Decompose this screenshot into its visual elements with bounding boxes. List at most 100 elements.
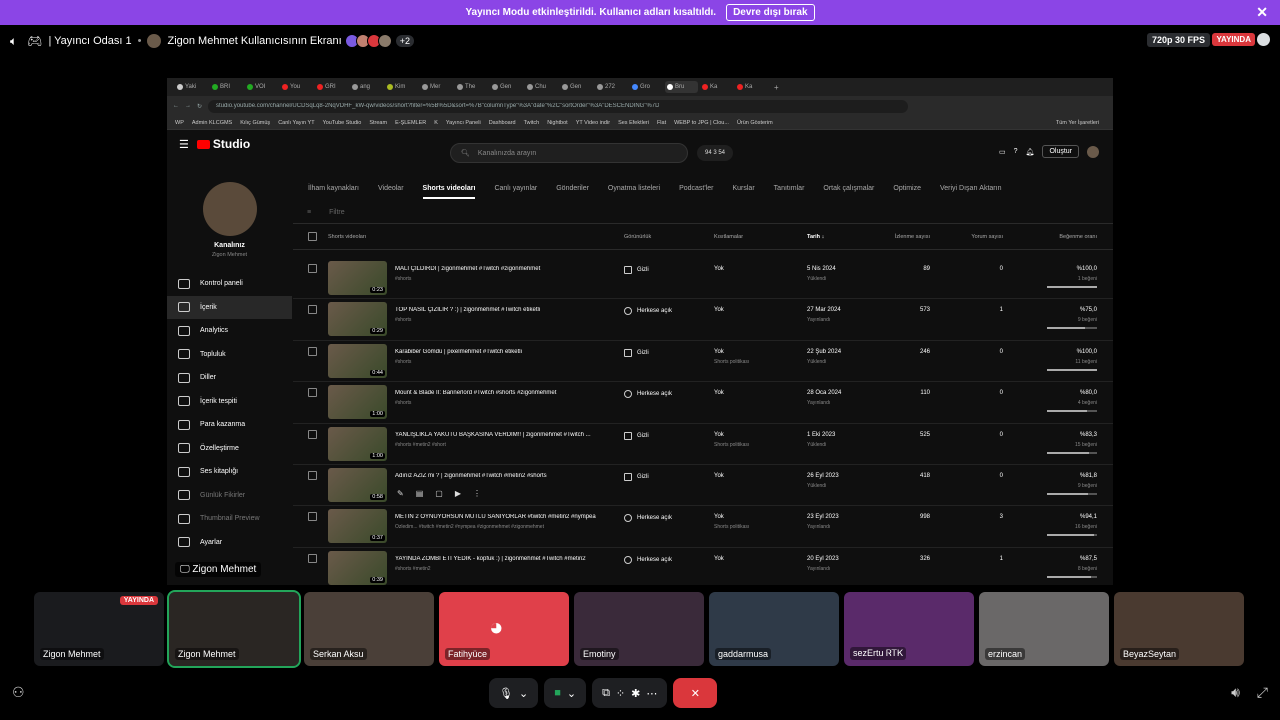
video-title[interactable]: Mount & Blade II: Bannerlord #Twitch #sh… bbox=[395, 390, 610, 396]
forward-icon[interactable]: → bbox=[185, 103, 191, 109]
visibility[interactable]: Herkese açık bbox=[624, 514, 672, 523]
video-title[interactable]: YAYINDA ZOMBİ ETİ YEDİK - kopfuk :) | zi… bbox=[395, 556, 610, 562]
sidebar-item-audio-library[interactable]: Ses kitaplığı bbox=[167, 460, 292, 484]
video-thumbnail[interactable]: 0:23 bbox=[328, 261, 387, 295]
menu-icon[interactable]: ☰ bbox=[179, 138, 189, 151]
browser-tab[interactable]: Mer bbox=[420, 81, 453, 93]
participant-tile[interactable]: Zigon Mehmet bbox=[167, 590, 301, 668]
avatar[interactable] bbox=[1087, 145, 1099, 158]
participant-tile[interactable]: erzincan bbox=[979, 592, 1109, 666]
bookmark[interactable]: Stream bbox=[369, 120, 387, 126]
create-button[interactable]: Oluştur bbox=[1042, 145, 1079, 158]
viewer-avatars[interactable] bbox=[344, 34, 392, 48]
col-likes[interactable]: Beğenme oranı bbox=[1059, 234, 1097, 240]
video-title[interactable]: MALİ ÇILDIRDI | zigonmehmet #Twitch #zig… bbox=[395, 266, 610, 272]
leave-call-button[interactable]: ✕ bbox=[673, 678, 718, 708]
invite-icon[interactable]: ⚇ bbox=[12, 684, 25, 701]
participant-tile[interactable]: ◕ Fatihyüce bbox=[439, 592, 569, 666]
sidebar-item-dashboard[interactable]: Kontrol paneli bbox=[167, 272, 292, 296]
comments-icon[interactable]: ▢ bbox=[435, 489, 443, 498]
bookmark[interactable]: Yayıncı Paneli bbox=[446, 120, 481, 126]
tab-collaborations[interactable]: Ortak çalışmalar bbox=[823, 185, 874, 192]
channel-avatar[interactable] bbox=[202, 182, 257, 236]
video-thumbnail[interactable]: 1:00 bbox=[328, 426, 387, 461]
bell-icon[interactable]: 🔔︎ bbox=[1026, 148, 1035, 156]
row-checkbox[interactable] bbox=[308, 429, 317, 439]
youtube-icon[interactable]: ▶ bbox=[455, 489, 461, 498]
tab-live[interactable]: Canlı yayınlar bbox=[494, 185, 537, 192]
row-checkbox[interactable] bbox=[308, 512, 317, 522]
all-bookmarks[interactable]: Tüm Yer İşaretleri bbox=[1056, 120, 1099, 126]
sidebar-item-content-detection[interactable]: İçerik tespiti bbox=[167, 390, 292, 414]
channel-search-input[interactable]: 🔍︎ Kanalınızda arayın bbox=[450, 143, 688, 163]
sidebar-item-languages[interactable]: Diller bbox=[167, 366, 292, 390]
back-icon[interactable]: ← bbox=[173, 103, 179, 109]
browser-tab[interactable]: GRI bbox=[315, 81, 348, 93]
filter-icon[interactable]: ≡ bbox=[307, 209, 311, 216]
select-all-checkbox[interactable] bbox=[308, 232, 317, 241]
row-checkbox[interactable] bbox=[308, 346, 317, 356]
sidebar-item-content[interactable]: İçerik bbox=[167, 295, 292, 319]
bookmark[interactable]: Nightbot bbox=[547, 120, 568, 126]
tab-optimize[interactable]: Optimize bbox=[893, 185, 921, 192]
new-tab-button[interactable]: + bbox=[774, 83, 779, 92]
bookmark[interactable]: WP bbox=[175, 120, 184, 126]
row-checkbox[interactable] bbox=[308, 305, 317, 315]
bookmark[interactable]: YouTube Studio bbox=[323, 120, 362, 126]
channel-stats[interactable]: 94 3 54 bbox=[697, 145, 734, 161]
col-date[interactable]: Tarih ↓ bbox=[807, 234, 824, 240]
browser-tab[interactable]: Gen bbox=[560, 81, 593, 93]
browser-tab[interactable]: Gen bbox=[490, 81, 523, 93]
participant-tile[interactable]: sezErtu ᏒᎢᏦ bbox=[844, 592, 974, 666]
filter-bar[interactable]: ≡ Filtre bbox=[293, 202, 1113, 224]
options-icon[interactable]: ⋮ bbox=[473, 489, 481, 498]
table-row[interactable]: 1:00 Mount & Blade II: Bannerlord #Twitc… bbox=[293, 382, 1113, 424]
bookmark[interactable]: Twitch bbox=[524, 120, 540, 126]
participant-tile[interactable]: YAYINDA Zigon Mehmet bbox=[34, 592, 164, 666]
studio-logo[interactable]: Studio bbox=[196, 137, 250, 151]
video-thumbnail[interactable]: 0:29 bbox=[328, 302, 387, 337]
volume-icon[interactable]: 🔊︎ bbox=[1231, 684, 1240, 701]
visibility[interactable]: Gizli bbox=[624, 472, 649, 481]
browser-tab[interactable]: BRI bbox=[210, 81, 243, 93]
visibility[interactable]: Gizli bbox=[624, 348, 649, 357]
reload-icon[interactable]: ↻ bbox=[197, 103, 202, 110]
tab-promotions[interactable]: Tanıtımlar bbox=[774, 185, 805, 192]
tab-courses[interactable]: Kurslar bbox=[732, 185, 754, 192]
browser-tab[interactable]: VOI bbox=[245, 81, 278, 93]
browser-tab[interactable]: Chu bbox=[525, 81, 558, 93]
tab-playlists[interactable]: Oynatma listeleri bbox=[608, 185, 660, 192]
table-row[interactable]: 0:39 YAYINDA ZOMBİ ETİ YEDİK - kopfuk :)… bbox=[293, 548, 1113, 585]
sidebar-item-settings[interactable]: Ayarlar bbox=[167, 531, 292, 555]
video-thumbnail[interactable]: 1:00 bbox=[328, 385, 387, 420]
bookmark[interactable]: Admin KLCGMS bbox=[192, 120, 232, 126]
camera-button[interactable]: ■ ⌄ bbox=[544, 678, 587, 708]
table-row[interactable]: 0:37 METİN 2 OYNUYORSUN MUTLU SANIYORLAR… bbox=[293, 506, 1113, 548]
shared-screen[interactable]: Yaki BRI VOI You GRI ang Kim Mer The Gen… bbox=[167, 78, 1113, 585]
row-checkbox[interactable] bbox=[308, 470, 317, 480]
sidebar-item-monetization[interactable]: Para kazanma bbox=[167, 413, 292, 437]
browser-tab[interactable]: You bbox=[280, 81, 313, 93]
row-checkbox[interactable] bbox=[308, 553, 317, 563]
sidebar-item-thumbnail-preview[interactable]: Thumbnail Preview bbox=[167, 507, 292, 531]
video-title[interactable]: METİN 2 OYNUYORSUN MUTLU SANIYORLAR #twi… bbox=[395, 514, 610, 520]
browser-tab[interactable]: Kim bbox=[385, 81, 418, 93]
visibility[interactable]: Gizli bbox=[624, 431, 649, 440]
visibility[interactable]: Gizli bbox=[624, 266, 649, 274]
url-input[interactable]: studio.youtube.com/channel/UCDSqLq8-2NqV… bbox=[208, 99, 909, 113]
bookmark[interactable]: Dashboard bbox=[489, 120, 516, 126]
table-row[interactable]: 0:44 Karabiber Gömdü | pixelmehmet #Twit… bbox=[293, 341, 1113, 383]
activity-controls[interactable]: ⧉ ⁘ ✱ ⋯ bbox=[592, 678, 668, 708]
video-title[interactable]: TOP NASIL ÇİZİLİR ? :) | zigonmehmet #Tw… bbox=[395, 307, 610, 313]
bookmark[interactable]: Ürün Gösterim bbox=[737, 120, 773, 126]
participant-tile[interactable]: Emotiny bbox=[574, 592, 704, 666]
sidebar-item-customization[interactable]: Özelleştirme bbox=[167, 437, 292, 461]
sidebar-item-daily-ideas[interactable]: Günlük Fikirler bbox=[167, 484, 292, 508]
tab-export[interactable]: Veriyi Dışarı Aktarın bbox=[940, 185, 1001, 192]
close-icon[interactable]: ✕ bbox=[1256, 4, 1268, 21]
bookmark[interactable]: YT Video indir bbox=[576, 120, 610, 126]
tab-posts[interactable]: Gönderiler bbox=[556, 185, 589, 192]
tab-inspiration[interactable]: İlham kaynakları bbox=[308, 185, 359, 192]
sidebar-item-community[interactable]: Topluluk bbox=[167, 343, 292, 367]
fullscreen-icon[interactable]: ⤢ bbox=[1257, 684, 1268, 701]
